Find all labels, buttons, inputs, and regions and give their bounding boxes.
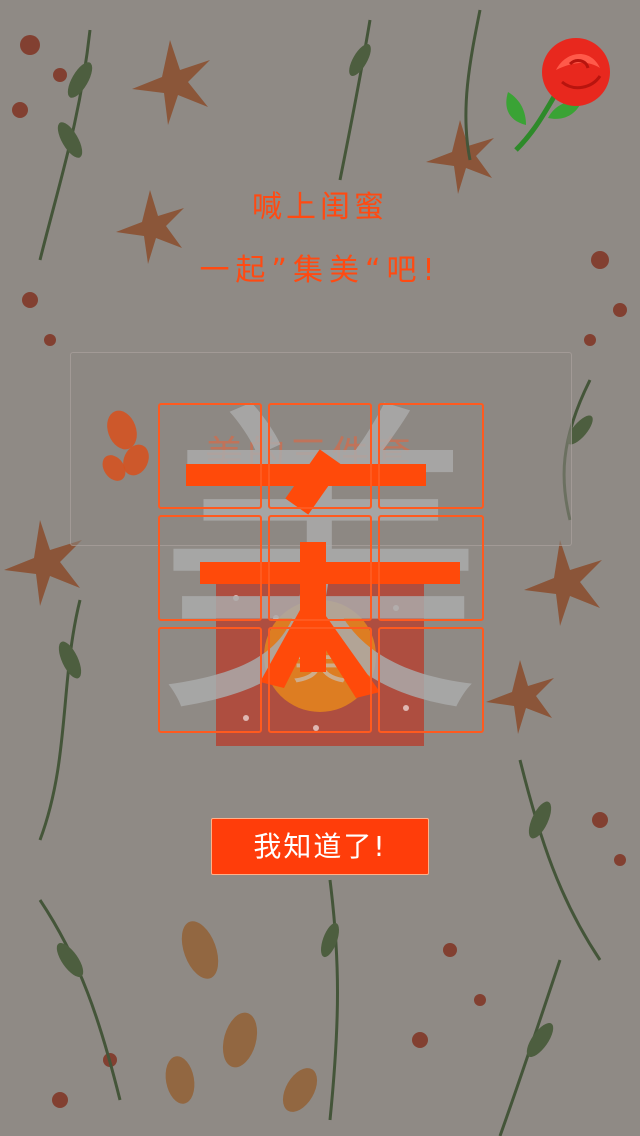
puzzle-cell[interactable] — [158, 403, 262, 509]
rose-icon — [506, 38, 610, 152]
headline-line-1: 喊上闺蜜 — [252, 190, 388, 225]
headline-line-2: 一起”集美“吧! — [199, 253, 441, 288]
puzzle-cell[interactable] — [268, 515, 372, 621]
puzzle-cell[interactable] — [268, 403, 372, 509]
puzzle-grid — [158, 403, 484, 733]
puzzle-cell[interactable] — [158, 515, 262, 621]
puzzle-cell[interactable] — [378, 627, 484, 733]
puzzle-cell[interactable] — [268, 627, 372, 733]
puzzle-cell[interactable] — [378, 403, 484, 509]
got-it-button[interactable]: 我知道了! — [211, 818, 429, 875]
puzzle-cell[interactable] — [158, 627, 262, 733]
puzzle-cell[interactable] — [378, 515, 484, 621]
